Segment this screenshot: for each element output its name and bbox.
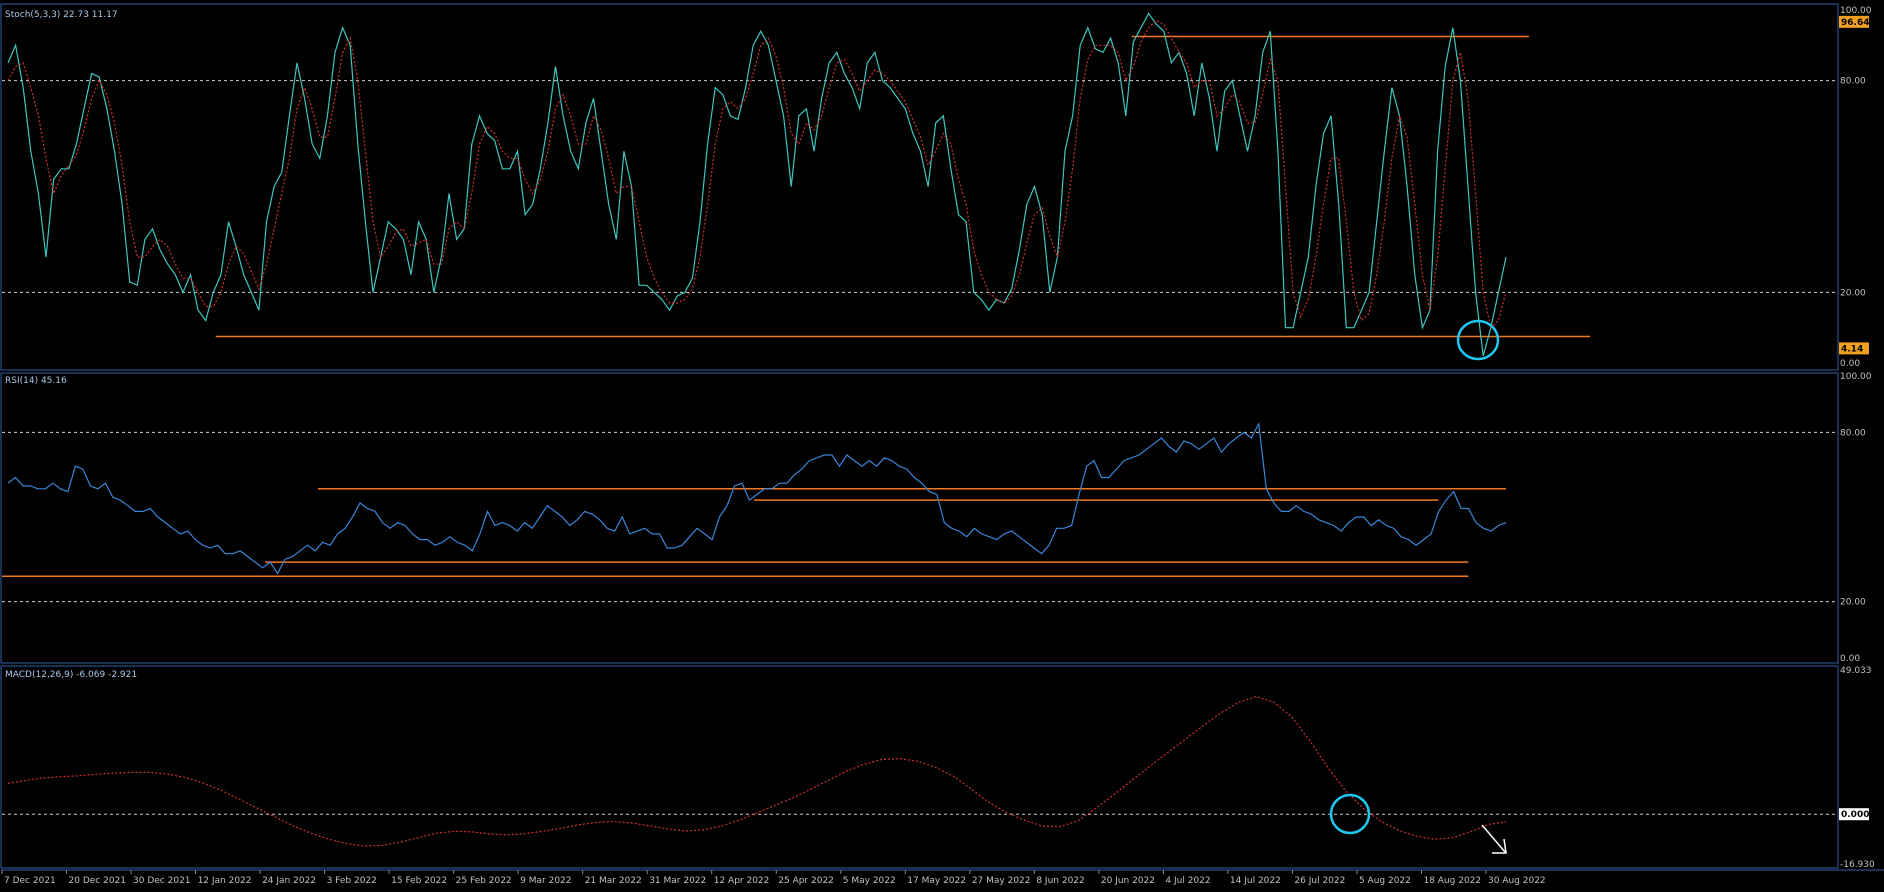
value-badge-text: 0.000	[1841, 810, 1869, 820]
x-tick-label: 7 Dec 2021	[4, 876, 56, 886]
x-tick-label: 8 Jun 2022	[1036, 876, 1084, 886]
x-tick-label: 3 Feb 2022	[327, 876, 377, 886]
y-tick-label: 0.00	[1840, 654, 1860, 664]
x-tick-label: 18 Aug 2022	[1423, 876, 1481, 886]
x-tick-label: 5 Aug 2022	[1359, 876, 1411, 886]
x-tick-label: 31 Mar 2022	[649, 876, 706, 886]
x-tick-label: 20 Jun 2022	[1101, 876, 1155, 886]
y-tick-label: 100.00	[1840, 372, 1872, 382]
indicator-chart: Stoch(5,3,3) 22.73 11.17 RSI(14) 45.16 M…	[0, 0, 1884, 892]
x-tick-label: 25 Apr 2022	[778, 876, 834, 886]
x-tick-label: 25 Feb 2022	[456, 876, 512, 886]
x-tick-label: 30 Aug 2022	[1488, 876, 1546, 886]
y-tick-label: 20.00	[1840, 288, 1866, 298]
x-tick-label: 27 May 2022	[972, 876, 1031, 886]
x-tick-label: 20 Dec 2021	[69, 876, 127, 886]
x-tick-label: 4 Jul 2022	[1165, 876, 1210, 886]
y-tick-label: 100.00	[1840, 6, 1872, 16]
y-tick-label: 80.00	[1840, 428, 1866, 438]
rsi-panel-title: RSI(14) 45.16	[5, 376, 67, 386]
y-tick-label: 0.00	[1840, 359, 1860, 369]
x-tick-label: 30 Dec 2021	[133, 876, 191, 886]
x-tick-label: 5 May 2022	[843, 876, 896, 886]
y-tick-label: 49.033	[1840, 666, 1872, 676]
x-tick-label: 26 Jul 2022	[1294, 876, 1345, 886]
x-tick-label: 9 Mar 2022	[520, 876, 571, 886]
stoch-panel-title: Stoch(5,3,3) 22.73 11.17	[5, 10, 118, 20]
value-badge: 96.64	[1839, 15, 1869, 28]
x-tick-label: 24 Jan 2022	[262, 876, 316, 886]
value-badge: 0.000	[1839, 808, 1869, 821]
y-tick-label: 20.00	[1840, 598, 1866, 608]
value-badge-text: 96.64	[1841, 18, 1869, 28]
x-tick-label: 12 Jan 2022	[198, 876, 252, 886]
value-badge: 4.14	[1839, 342, 1869, 355]
y-tick-label: -16.930	[1840, 860, 1875, 870]
x-tick-label: 12 Apr 2022	[714, 876, 770, 886]
x-tick-label: 21 Mar 2022	[585, 876, 642, 886]
x-tick-label: 15 Feb 2022	[391, 876, 447, 886]
x-tick-label: 14 Jul 2022	[1230, 876, 1281, 886]
x-tick-label: 17 May 2022	[907, 876, 966, 886]
y-tick-label: 80.00	[1840, 77, 1866, 87]
value-badge-text: 4.14	[1841, 344, 1863, 354]
macd-panel-title: MACD(12,26,9) -6.069 -2.921	[5, 670, 137, 680]
